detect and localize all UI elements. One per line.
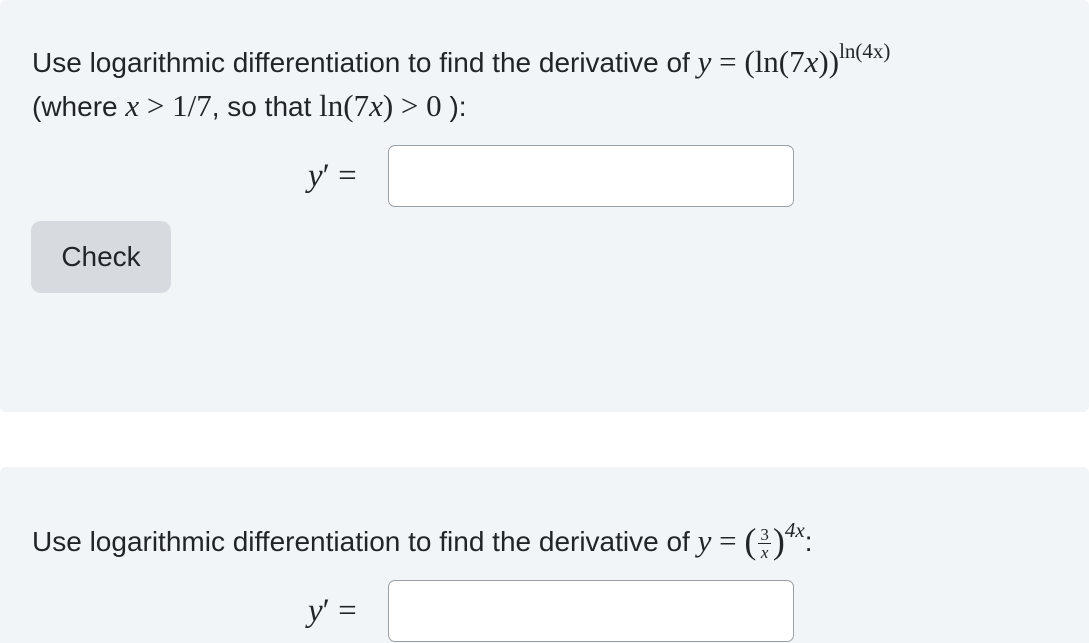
question-1-answer-label: y′ = bbox=[308, 158, 357, 194]
question-2-fraction: 3x bbox=[758, 525, 771, 563]
question-1-answer-row: y′ = bbox=[0, 145, 1089, 207]
question-1-function: y = (ln(7x))ln(4x) bbox=[697, 39, 891, 80]
question-2-answer-label: y′ = bbox=[308, 593, 357, 629]
question-2-instruction: Use logarithmic differentiation to find … bbox=[32, 526, 698, 557]
question-1-positivity-condition: ln(7x) > 0 bbox=[319, 88, 442, 123]
question-2-answer-row: y′ = bbox=[0, 580, 1089, 642]
question-2-function: y = (3 x)4x bbox=[697, 518, 805, 563]
question-1-prompt-line-1: Use logarithmic differentiation to find … bbox=[32, 40, 890, 85]
question-1-prompt-line-2: (where x > 1/7, so that ln(7x) > 0 ): bbox=[32, 88, 467, 123]
question-1-exponent: ln(4x) bbox=[839, 39, 891, 63]
question-panel-1: Use logarithmic differentiation to find … bbox=[0, 0, 1089, 412]
check-button[interactable]: Check bbox=[31, 221, 171, 293]
question-1-domain-condition: x > 1/7 bbox=[125, 88, 212, 123]
question-2-exponent: 4x bbox=[784, 518, 805, 542]
question-2-answer-input[interactable] bbox=[388, 580, 794, 642]
question-2-prompt: Use logarithmic differentiation to find … bbox=[32, 518, 813, 563]
question-panel-2: Use logarithmic differentiation to find … bbox=[0, 467, 1089, 643]
question-1-answer-input[interactable] bbox=[388, 145, 794, 207]
question-1-instruction: Use logarithmic differentiation to find … bbox=[32, 47, 698, 78]
